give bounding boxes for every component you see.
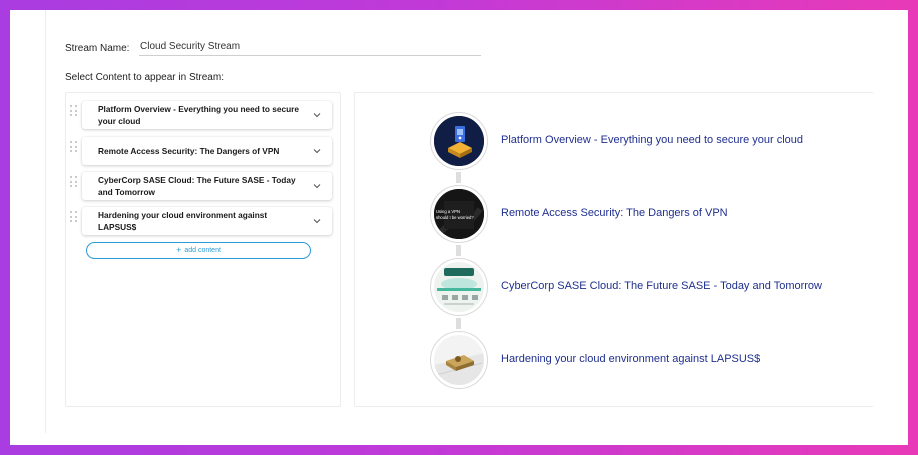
content-item-card[interactable]: Hardening your cloud environment against… bbox=[82, 207, 332, 235]
content-item-card[interactable]: Remote Access Security: The Dangers of V… bbox=[82, 137, 332, 165]
drag-handle-icon[interactable] bbox=[70, 211, 78, 223]
drag-handle-icon[interactable] bbox=[70, 141, 78, 153]
chevron-down-icon[interactable] bbox=[312, 146, 322, 156]
stream-preview-panel: Platform Overview - Everything you need … bbox=[354, 92, 874, 407]
preview-item-title[interactable]: CyberCorp SASE Cloud: The Future SASE - … bbox=[501, 280, 822, 292]
hardening-illustration-icon bbox=[434, 335, 484, 385]
drag-handle-icon[interactable] bbox=[70, 176, 78, 188]
content-item-card[interactable]: Platform Overview - Everything you need … bbox=[82, 101, 332, 129]
stream-name-label: Stream Name: bbox=[65, 42, 130, 54]
platform-illustration-icon bbox=[434, 116, 484, 166]
stream-name-input[interactable]: Cloud Security Stream bbox=[139, 38, 481, 56]
chevron-down-icon[interactable] bbox=[312, 216, 322, 226]
content-item-title: Hardening your cloud environment against… bbox=[98, 210, 268, 232]
vpn-thumb-text-1: Using a VPN bbox=[436, 209, 460, 214]
stream-editor-card: Stream Name: Cloud Security Stream Selec… bbox=[10, 10, 908, 445]
drag-handle-icon[interactable] bbox=[70, 105, 78, 117]
select-content-label: Select Content to appear in Stream: bbox=[65, 72, 224, 83]
content-item-title: CyberCorp SASE Cloud: The Future SASE - … bbox=[98, 175, 296, 197]
vpn-thumb-text-2: should I be worried? bbox=[436, 215, 474, 220]
divider bbox=[45, 10, 46, 433]
thumbnail-remote-access[interactable]: Using a VPN should I be worried? bbox=[430, 185, 488, 243]
preview-item-title[interactable]: Platform Overview - Everything you need … bbox=[501, 134, 803, 146]
add-content-button[interactable]: + add content bbox=[86, 242, 311, 259]
chevron-down-icon[interactable] bbox=[312, 110, 322, 120]
thumbnail-platform-overview[interactable] bbox=[430, 112, 488, 170]
chevron-down-icon[interactable] bbox=[312, 181, 322, 191]
content-list-panel: Platform Overview - Everything you need … bbox=[65, 92, 341, 407]
content-list-item: Platform Overview - Everything you need … bbox=[70, 101, 336, 129]
thumbnail-hardening-cloud[interactable] bbox=[430, 331, 488, 389]
content-list-item: Remote Access Security: The Dangers of V… bbox=[70, 137, 336, 165]
sase-diagram-icon bbox=[434, 262, 484, 312]
preview-item-title[interactable]: Hardening your cloud environment against… bbox=[501, 353, 760, 365]
thumbnail-sase-cloud[interactable] bbox=[430, 258, 488, 316]
add-content-label: add content bbox=[184, 247, 221, 254]
content-item-title: Platform Overview - Everything you need … bbox=[98, 104, 300, 126]
plus-icon: + bbox=[176, 245, 182, 255]
preview-item-title[interactable]: Remote Access Security: The Dangers of V… bbox=[501, 207, 728, 219]
vpn-illustration-icon: Using a VPN should I be worried? bbox=[434, 189, 484, 239]
content-list-item: Hardening your cloud environment against… bbox=[70, 207, 336, 235]
content-item-card[interactable]: CyberCorp SASE Cloud: The Future SASE - … bbox=[82, 172, 332, 200]
content-list-item: CyberCorp SASE Cloud: The Future SASE - … bbox=[70, 172, 336, 200]
content-item-title: Remote Access Security: The Dangers of V… bbox=[98, 146, 280, 156]
stream-name-row: Stream Name: Cloud Security Stream bbox=[65, 38, 481, 58]
